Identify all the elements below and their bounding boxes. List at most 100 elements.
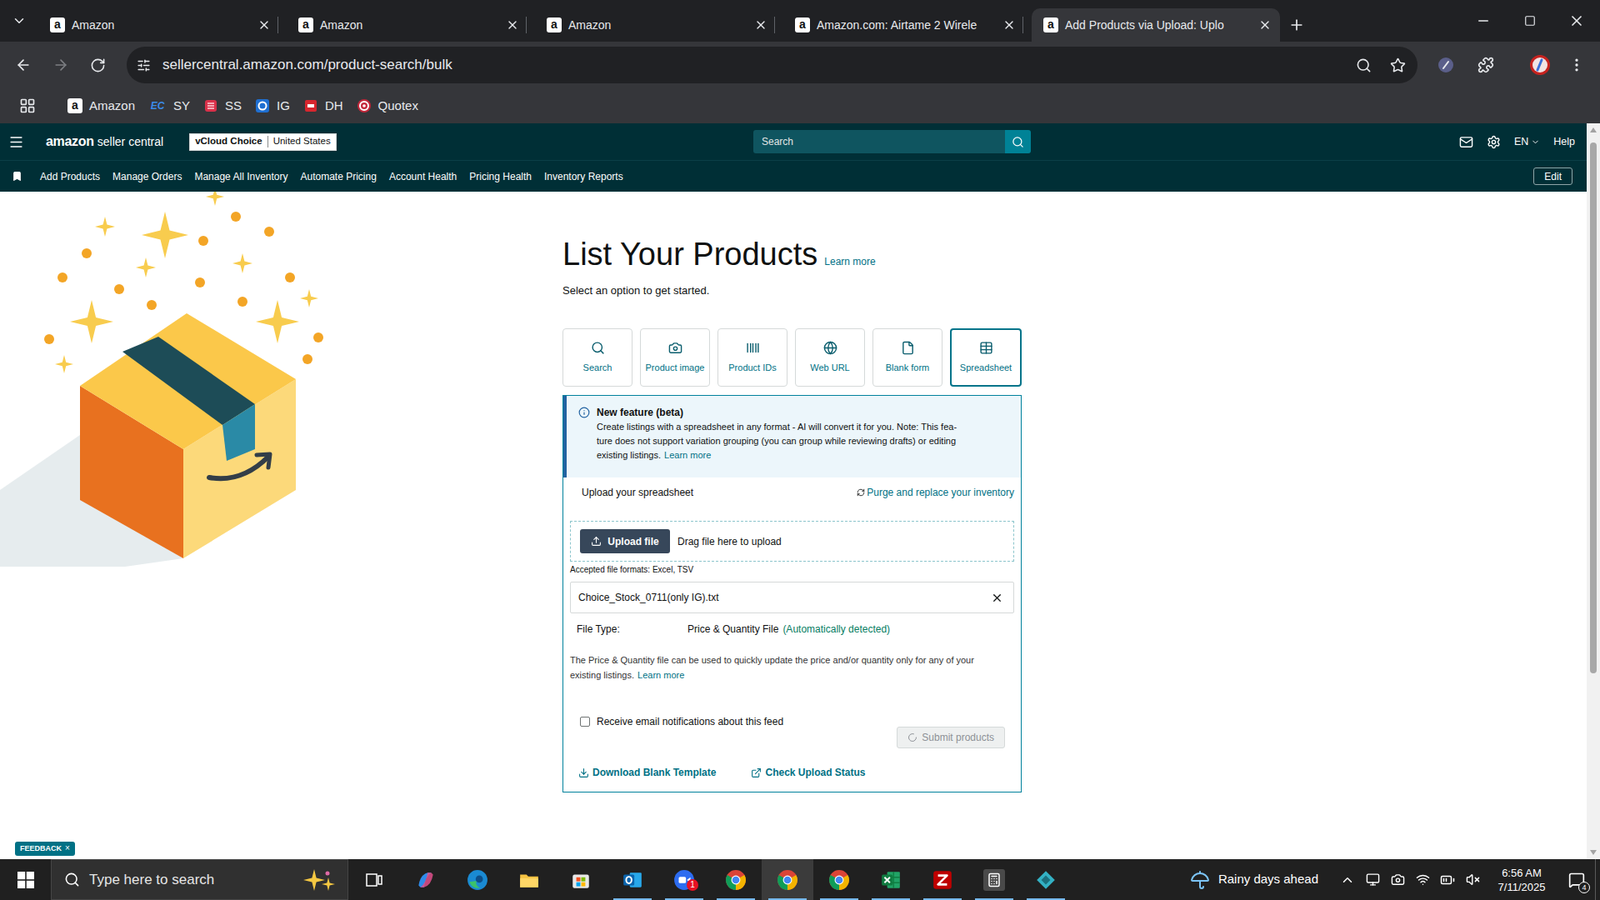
option-card[interactable]: Product IDs	[717, 328, 788, 387]
browser-tab[interactable]: aAdd Products via Upload: Uplo	[1031, 8, 1280, 42]
nav-item[interactable]: Manage Orders	[112, 169, 182, 185]
notification-center[interactable]: 4	[1558, 859, 1595, 900]
taskbar-app[interactable]	[813, 859, 865, 900]
taskbar-app[interactable]	[400, 859, 452, 900]
tray-icon[interactable]	[1360, 872, 1385, 887]
scroll-up-icon[interactable]	[1590, 127, 1597, 133]
bookmark-icon[interactable]	[11, 170, 23, 182]
taskbar-app[interactable]	[710, 859, 762, 900]
edit-nav-button[interactable]: Edit	[1533, 167, 1573, 185]
nav-item[interactable]: Inventory Reports	[544, 169, 624, 185]
site-info-icon[interactable]	[136, 58, 151, 73]
back-button[interactable]	[4, 48, 42, 82]
tray-icon[interactable]	[1385, 872, 1410, 887]
extension-button[interactable]	[1427, 48, 1465, 82]
minimize-button[interactable]	[1460, 0, 1507, 42]
bookmark-item[interactable]: aAmazon	[62, 92, 140, 120]
clock[interactable]: 6:56 AM7/11/2025	[1485, 859, 1559, 900]
taskbar-app[interactable]	[761, 859, 814, 900]
taskbar-app[interactable]	[606, 859, 659, 900]
bookmark-item[interactable]: Quotex	[351, 92, 424, 120]
language-selector[interactable]: EN	[1514, 134, 1540, 150]
taskbar-app[interactable]	[1020, 859, 1072, 900]
address-bar[interactable]: sellercentral.amazon.com/product-search/…	[126, 46, 1418, 84]
help-link[interactable]: Help	[1553, 134, 1575, 150]
scroll-down-icon[interactable]	[1590, 850, 1597, 855]
search-button[interactable]	[1005, 130, 1031, 154]
close-icon[interactable]	[754, 18, 768, 32]
start-button[interactable]	[0, 859, 51, 900]
taskbar-app[interactable]: 1	[658, 859, 710, 900]
search-input[interactable]: Search	[753, 130, 1005, 154]
taskbar-app[interactable]	[865, 859, 917, 900]
apps-button[interactable]	[16, 93, 39, 119]
extensions-button[interactable]	[1467, 48, 1505, 82]
scroll-thumb[interactable]	[1590, 142, 1597, 674]
description-learn-more-link[interactable]: Learn more	[637, 670, 685, 680]
option-card[interactable]: Product image	[640, 328, 710, 387]
zoom-icon[interactable]	[1355, 57, 1372, 74]
menu-button[interactable]	[6, 129, 25, 155]
remove-file-icon[interactable]	[990, 591, 1004, 605]
browser-tab[interactable]: aAmazon	[286, 8, 535, 42]
forward-button[interactable]	[41, 48, 80, 82]
upload-file-button[interactable]: Upload file	[580, 529, 670, 554]
taskbar-app[interactable]	[916, 859, 969, 900]
panel-link[interactable]: Download Blank Template	[578, 765, 716, 780]
drop-zone[interactable]: Upload fileDrag file here to upload	[570, 520, 1015, 562]
close-icon[interactable]	[1258, 18, 1272, 32]
bookmark-item[interactable]: SS	[198, 92, 247, 120]
panel-link[interactable]: Check Upload Status	[750, 765, 865, 780]
close-icon[interactable]	[505, 18, 520, 32]
nav-item[interactable]: Account Health	[389, 169, 457, 185]
purge-link[interactable]: Purge and replace your inventory	[856, 485, 1015, 500]
profile-button[interactable]	[1521, 48, 1559, 82]
feedback-close[interactable]: ×	[65, 844, 70, 853]
tray-icon[interactable]	[1410, 872, 1435, 887]
option-card[interactable]: Blank form	[872, 328, 943, 387]
gear-icon[interactable]	[1486, 135, 1501, 150]
option-card[interactable]: Web URL	[795, 328, 865, 387]
tray-icon[interactable]	[1460, 872, 1485, 887]
bookmark-item[interactable]: ECSY	[143, 92, 195, 120]
email-notification-checkbox[interactable]: Receive email notifications about this f…	[580, 714, 784, 730]
nav-item[interactable]: Pricing Health	[469, 169, 532, 185]
browser-tab[interactable]: aAmazon	[535, 8, 784, 42]
title-learn-more-link[interactable]: Learn more	[824, 254, 875, 270]
taskbar-app[interactable]	[348, 859, 400, 900]
close-icon[interactable]	[1002, 18, 1016, 32]
tray-icon[interactable]	[1435, 872, 1460, 888]
browser-tab[interactable]: aAmazon	[38, 8, 287, 42]
taskbar-app[interactable]	[555, 859, 607, 900]
bookmark-star-icon[interactable]	[1390, 57, 1406, 74]
taskbar-search[interactable]: Type here to search	[50, 859, 349, 900]
taskbar-app[interactable]	[451, 859, 504, 900]
mail-icon[interactable]	[1459, 135, 1474, 150]
maximize-button[interactable]	[1506, 0, 1554, 42]
bookmark-item[interactable]: DH	[298, 92, 349, 120]
browser-tab[interactable]: aAmazon.com: Airtame 2 Wirele	[783, 8, 1032, 42]
taskbar-app[interactable]	[968, 859, 1020, 900]
option-card[interactable]: Search	[562, 328, 633, 387]
show-hidden-icons[interactable]	[1335, 872, 1360, 888]
account-switcher[interactable]: vCloud ChoiceUnited States	[189, 133, 337, 151]
reload-button[interactable]	[79, 48, 117, 82]
browser-menu-button[interactable]	[1558, 48, 1595, 82]
info-learn-more-link[interactable]: Learn more	[664, 450, 711, 460]
weather-widget[interactable]: Rainy days ahead	[1190, 859, 1335, 900]
seller-central-logo[interactable]: amazonseller central	[45, 131, 164, 152]
new-tab-button[interactable]	[1280, 8, 1314, 42]
bookmark-item[interactable]: IG	[250, 92, 295, 120]
option-card[interactable]: Spreadsheet	[950, 328, 1022, 387]
close-window-button[interactable]	[1553, 0, 1600, 42]
tab-search-button[interactable]	[0, 0, 39, 42]
nav-item[interactable]: Automate Pricing	[300, 169, 377, 185]
close-icon[interactable]	[257, 18, 271, 32]
show-desktop[interactable]	[1595, 859, 1600, 900]
page-scrollbar[interactable]	[1586, 123, 1600, 860]
checkbox-box[interactable]	[580, 716, 590, 727]
feedback-badge[interactable]: FEEDBACK×	[15, 841, 75, 857]
nav-item[interactable]: Manage All Inventory	[194, 169, 288, 185]
taskbar-app[interactable]	[503, 859, 555, 900]
nav-item[interactable]: Add Products	[40, 169, 100, 185]
